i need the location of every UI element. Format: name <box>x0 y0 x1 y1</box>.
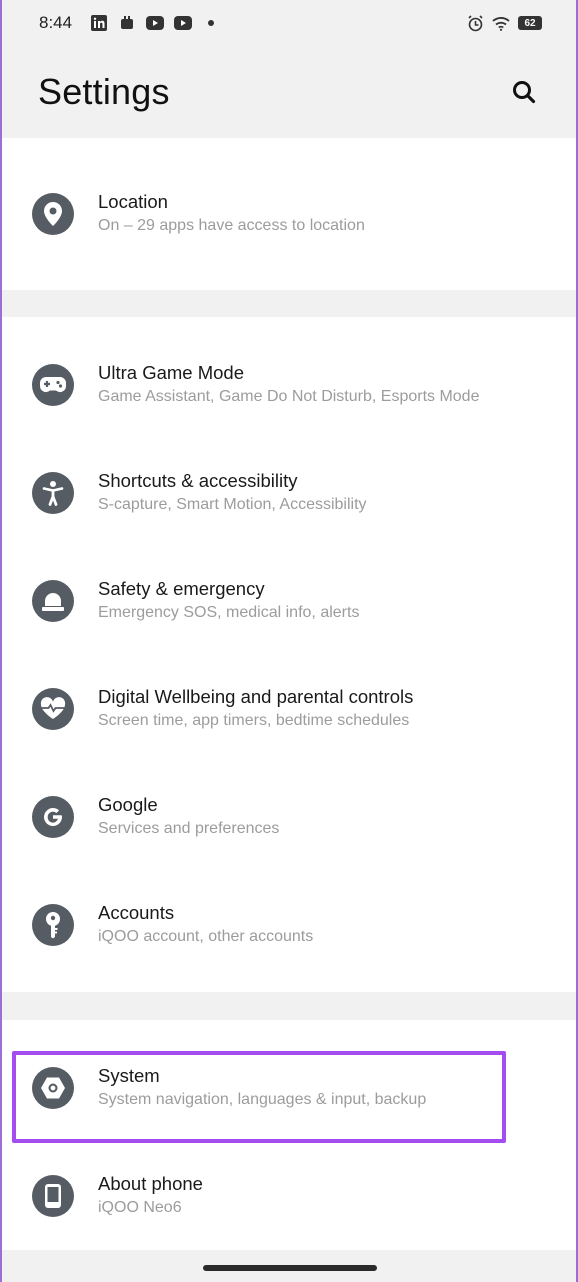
settings-group-location: Location On – 29 apps have access to loc… <box>2 138 576 290</box>
settings-item-about-phone[interactable]: About phone iQOO Neo6 <box>2 1156 576 1236</box>
settings-group-features: Ultra Game Mode Game Assistant, Game Do … <box>2 317 576 992</box>
settings-item-subtitle: On – 29 apps have access to location <box>98 217 365 234</box>
settings-item-google[interactable]: Google Services and preferences <box>2 777 576 857</box>
search-icon <box>513 81 536 104</box>
notification-app-icon <box>118 15 136 31</box>
heart-icon <box>32 688 74 730</box>
settings-item-title: Shortcuts & accessibility <box>98 470 298 491</box>
settings-item-subtitle: iQOO account, other accounts <box>98 928 314 945</box>
settings-item-digital-wellbeing[interactable]: Digital Wellbeing and parental controls … <box>2 669 576 749</box>
settings-item-subtitle: Screen time, app timers, bedtime schedul… <box>98 712 410 729</box>
wifi-icon <box>492 15 510 31</box>
settings-item-ultra-game-mode[interactable]: Ultra Game Mode Game Assistant, Game Do … <box>2 345 576 425</box>
settings-item-title: Ultra Game Mode <box>98 362 244 383</box>
settings-item-title: Safety & emergency <box>98 578 265 599</box>
status-time: 8:44 <box>39 13 73 32</box>
settings-item-title: Accounts <box>98 902 175 923</box>
battery-level: 62 <box>524 17 536 29</box>
accessibility-icon <box>32 472 74 514</box>
settings-item-shortcuts-accessibility[interactable]: Shortcuts & accessibility S-capture, Sma… <box>2 453 576 533</box>
settings-item-system[interactable]: System System navigation, languages & in… <box>2 1048 576 1128</box>
location-pin-icon <box>32 193 74 235</box>
settings-item-subtitle: iQOO Neo6 <box>98 1199 182 1216</box>
youtube-icon <box>146 15 165 31</box>
settings-item-accounts[interactable]: Accounts iQOO account, other accounts <box>2 885 576 965</box>
home-indicator[interactable] <box>203 1265 377 1271</box>
settings-item-subtitle: Services and preferences <box>98 820 280 837</box>
settings-item-subtitle: S-capture, Smart Motion, Accessibility <box>98 496 367 513</box>
settings-group-system: System System navigation, languages & in… <box>2 1020 576 1250</box>
google-icon <box>32 796 74 838</box>
settings-item-title: Digital Wellbeing and parental controls <box>98 686 414 707</box>
settings-item-title: System <box>98 1065 160 1086</box>
status-bar: 8:44 62 <box>2 0 576 46</box>
linkedin-icon <box>90 15 108 31</box>
settings-item-subtitle: System navigation, languages & input, ba… <box>98 1091 427 1108</box>
system-gear-icon <box>32 1067 74 1109</box>
settings-item-location[interactable]: Location On – 29 apps have access to loc… <box>2 174 576 254</box>
search-button[interactable] <box>504 72 544 112</box>
settings-item-title: Location <box>98 191 168 212</box>
settings-item-title: Google <box>98 794 158 815</box>
app-header: Settings <box>2 46 576 138</box>
youtube-icon <box>174 15 193 31</box>
battery-icon: 62 <box>518 16 542 30</box>
page-title: Settings <box>38 71 170 112</box>
more-dot-icon <box>202 15 220 31</box>
gamepad-icon <box>32 364 74 406</box>
settings-item-safety-emergency[interactable]: Safety & emergency Emergency SOS, medica… <box>2 561 576 641</box>
settings-item-title: About phone <box>98 1173 203 1194</box>
phone-icon <box>32 1175 74 1217</box>
settings-item-subtitle: Emergency SOS, medical info, alerts <box>98 604 360 621</box>
alarm-icon <box>466 14 484 31</box>
emergency-light-icon <box>32 580 74 622</box>
key-icon <box>32 904 74 946</box>
settings-item-subtitle: Game Assistant, Game Do Not Disturb, Esp… <box>98 388 480 405</box>
